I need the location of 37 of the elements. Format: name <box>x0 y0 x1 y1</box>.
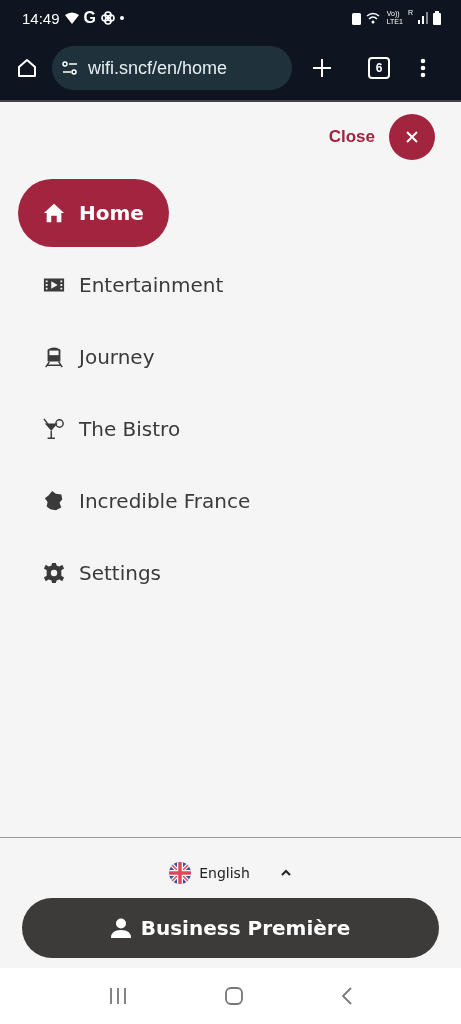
wifi-icon <box>64 12 79 24</box>
close-button[interactable] <box>389 114 435 160</box>
fan-icon <box>101 11 115 25</box>
language-selector[interactable]: English <box>169 862 292 884</box>
chevron-icon <box>279 869 292 877</box>
wifi-icon <box>365 12 382 24</box>
person-icon <box>110 918 131 938</box>
uk-flag-icon <box>169 862 192 884</box>
account-button[interactable]: Business Première <box>22 898 439 958</box>
map-icon <box>43 490 65 512</box>
battery-saver-icon <box>351 11 361 25</box>
back-icon[interactable] <box>341 987 352 1005</box>
menu-item[interactable]: Entertainment <box>18 251 249 319</box>
menu-item[interactable]: The Bistro <box>18 395 206 463</box>
status-letter: G <box>83 9 96 27</box>
menu-item[interactable]: Home <box>18 179 169 247</box>
menu-item[interactable]: Journey <box>18 323 180 391</box>
close-icon <box>405 130 419 144</box>
cocktail-icon <box>43 418 65 440</box>
home-icon[interactable] <box>16 57 38 79</box>
site-settings-icon[interactable] <box>62 61 78 75</box>
new-tab-icon[interactable] <box>312 58 332 78</box>
dot-icon <box>120 16 124 20</box>
recent-apps-icon[interactable] <box>109 988 128 1004</box>
address-bar[interactable]: wifi.sncf/en/home <box>52 46 292 90</box>
battery-icon <box>433 11 441 25</box>
home-icon <box>43 202 65 224</box>
settings-icon <box>43 562 65 584</box>
menu-item[interactable]: Settings <box>18 539 187 607</box>
close-label[interactable]: Close <box>328 127 375 147</box>
home-button-icon[interactable] <box>225 987 244 1005</box>
tab-count[interactable]: 6 <box>368 57 390 79</box>
more-options-icon[interactable] <box>420 58 426 78</box>
status-time: 14:49 <box>22 9 60 27</box>
train-icon <box>43 346 65 368</box>
menu-item[interactable]: Incredible France <box>18 467 276 535</box>
signal-icon <box>418 12 428 24</box>
